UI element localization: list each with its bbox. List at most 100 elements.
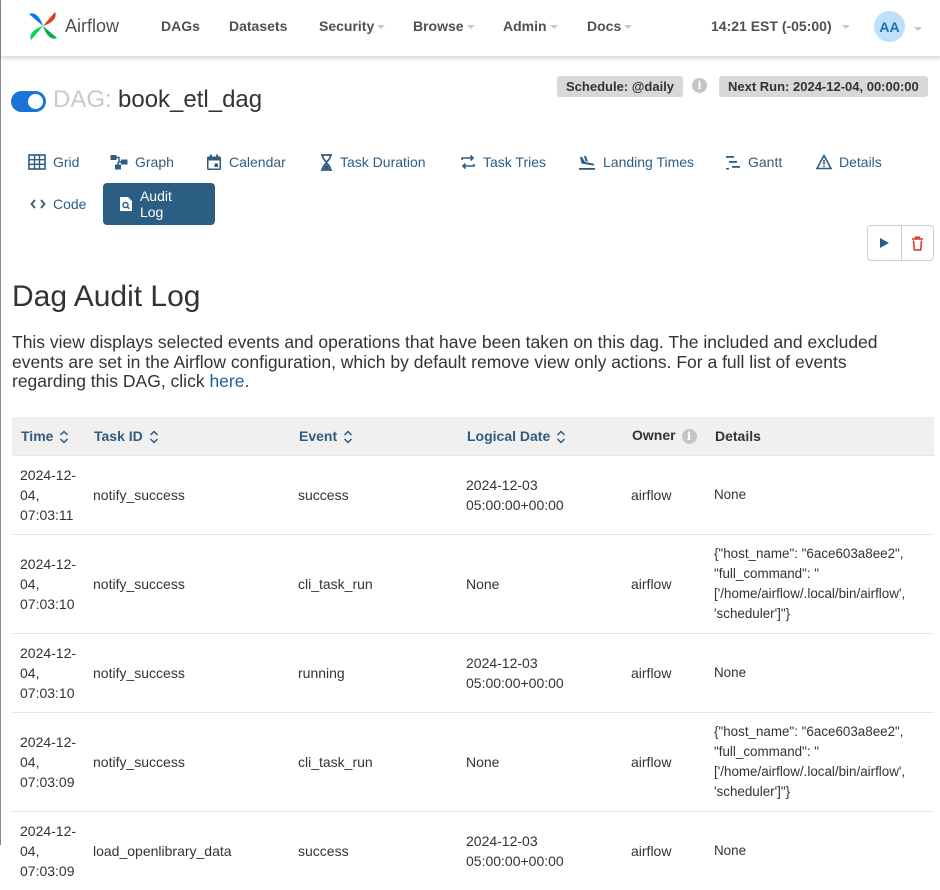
- table-row: 2024-12-04, 07:03:09 notify_success cli_…: [12, 711, 934, 811]
- code-icon: [30, 199, 46, 209]
- sort-icon: [344, 430, 353, 444]
- tab-grid[interactable]: Grid: [28, 141, 79, 183]
- tab-gantt-label: Gantt: [748, 154, 783, 170]
- dag-pause-toggle[interactable]: [11, 91, 46, 112]
- tab-details[interactable]: Details: [816, 141, 882, 183]
- cell-task-id: load_openlibrary_data: [85, 810, 290, 890]
- top-navbar: Airflow DAGs Datasets Security Browse Ad…: [1, 0, 940, 56]
- cell-owner: airflow: [623, 533, 706, 633]
- cell-owner: airflow: [623, 632, 706, 712]
- tab-gantt[interactable]: Gantt: [725, 141, 782, 183]
- cell-task-id: notify_success: [85, 454, 290, 534]
- sort-icon: [60, 430, 69, 444]
- tab-task-tries[interactable]: Task Tries: [460, 141, 546, 183]
- calendar-icon: [207, 154, 221, 170]
- tab-landing-times[interactable]: Landing Times: [578, 141, 694, 183]
- cell-details: {"host_name": "6ace603a8ee2", "full_comm…: [706, 711, 934, 811]
- brand-name: Airflow: [65, 15, 120, 36]
- nav-datasets-label: Datasets: [229, 18, 288, 34]
- sort-icon: [149, 430, 158, 444]
- landing-icon: [579, 156, 595, 170]
- table-row: 2024-12-04, 07:03:10 notify_success runn…: [12, 632, 934, 712]
- column-header-details: Details: [706, 417, 934, 455]
- nav-browse[interactable]: Browse: [413, 18, 475, 34]
- tab-graph[interactable]: Graph: [110, 141, 174, 183]
- nav-admin-label: Admin: [503, 18, 547, 34]
- cell-event: cli_task_run: [290, 533, 458, 633]
- grid-icon: [28, 154, 46, 170]
- nav-dags[interactable]: DAGs: [161, 18, 200, 34]
- info-icon[interactable]: i: [681, 429, 697, 445]
- nav-browse-label: Browse: [413, 18, 464, 34]
- tab-landing-times-label: Landing Times: [603, 154, 695, 170]
- cell-event: success: [290, 810, 458, 890]
- cell-details: None: [706, 454, 934, 534]
- cell-task-id: notify_success: [85, 711, 290, 811]
- next-run-badge: Next Run: 2024-12-04, 00:00:00: [719, 76, 928, 97]
- cell-details: None: [706, 632, 934, 712]
- nav-security[interactable]: Security: [319, 18, 386, 34]
- tab-calendar[interactable]: Calendar: [206, 141, 286, 183]
- timezone-clock-dropdown[interactable]: 14:21 EST (-05:00): [711, 18, 850, 34]
- retry-icon: [461, 154, 475, 170]
- page-description: This view displays selected events and o…: [12, 332, 922, 392]
- table-row: 2024-12-04, 07:03:11 notify_success succ…: [12, 454, 934, 534]
- brand-logo-link[interactable]: Airflow: [25, 6, 119, 46]
- trash-icon: [911, 235, 923, 251]
- nav-docs-label: Docs: [587, 18, 622, 34]
- cell-time: 2024-12-04, 07:03:11: [12, 454, 85, 534]
- column-header-label: Details: [715, 427, 761, 444]
- info-icon[interactable]: i: [692, 78, 707, 93]
- sort-icon: [557, 430, 566, 444]
- cell-owner: airflow: [623, 711, 706, 811]
- cell-logical-date: None: [458, 533, 623, 633]
- nav-docs[interactable]: Docs: [587, 18, 633, 34]
- nav-dags-label: DAGs: [161, 18, 200, 34]
- tab-graph-label: Graph: [135, 154, 174, 170]
- tab-code[interactable]: Code: [30, 183, 86, 225]
- cell-event: cli_task_run: [290, 711, 458, 811]
- nav-datasets[interactable]: Datasets: [229, 18, 287, 34]
- file-search-icon: [119, 197, 132, 211]
- tab-task-duration[interactable]: Task Duration: [320, 141, 426, 183]
- cell-logical-date: 2024-12-03 05:00:00+00:00: [458, 632, 623, 712]
- cell-time: 2024-12-04, 07:03:09: [12, 711, 85, 811]
- dag-prefix-label: DAG:: [53, 86, 112, 113]
- description-text: This view displays selected events and o…: [12, 332, 878, 391]
- delete-dag-button[interactable]: [900, 226, 934, 260]
- trigger-dag-button[interactable]: [868, 226, 901, 260]
- nav-admin[interactable]: Admin: [503, 18, 558, 34]
- dag-id-title: book_etl_dag: [118, 86, 263, 113]
- chevron-down-icon: [466, 25, 475, 29]
- cell-logical-date: None: [458, 711, 623, 811]
- dag-actions-group: [867, 225, 934, 261]
- cell-event: success: [290, 454, 458, 534]
- full-events-link[interactable]: here: [209, 371, 244, 391]
- tab-audit-log[interactable]: Audit Log: [103, 183, 215, 225]
- column-header-logical-date[interactable]: Logical Date: [458, 417, 623, 455]
- column-header-label: Event: [299, 427, 338, 444]
- column-header-event[interactable]: Event: [290, 417, 458, 455]
- audit-log-table: Time Task ID Event Logical Date Owner i D…: [12, 417, 934, 890]
- chevron-down-icon: [377, 25, 386, 29]
- clock-text: 14:21 EST (-05:00): [711, 18, 832, 34]
- tab-code-label: Code: [53, 196, 87, 212]
- nav-security-label: Security: [319, 18, 375, 34]
- cell-details: None: [706, 810, 934, 890]
- audit-log-table-container: Time Task ID Event Logical Date Owner i D…: [12, 417, 934, 890]
- page-title: Dag Audit Log: [12, 280, 201, 313]
- column-header-task-id[interactable]: Task ID: [85, 417, 290, 455]
- chevron-down-icon[interactable]: [914, 27, 922, 31]
- user-avatar[interactable]: AA: [874, 11, 905, 42]
- column-header-time[interactable]: Time: [12, 417, 85, 455]
- cell-time: 2024-12-04, 07:03:10: [12, 533, 85, 633]
- cell-time: 2024-12-04, 07:03:10: [12, 632, 85, 712]
- table-row: 2024-12-04, 07:03:10 notify_success cli_…: [12, 533, 934, 633]
- chevron-down-icon: [624, 25, 633, 29]
- cell-event: running: [290, 632, 458, 712]
- gantt-icon: [726, 156, 740, 170]
- table-header-row: Time Task ID Event Logical Date Owner i D…: [12, 417, 934, 455]
- table-row: 2024-12-04, 07:03:09 load_openlibrary_da…: [12, 810, 934, 890]
- cell-task-id: notify_success: [85, 632, 290, 712]
- description-end: .: [244, 371, 250, 391]
